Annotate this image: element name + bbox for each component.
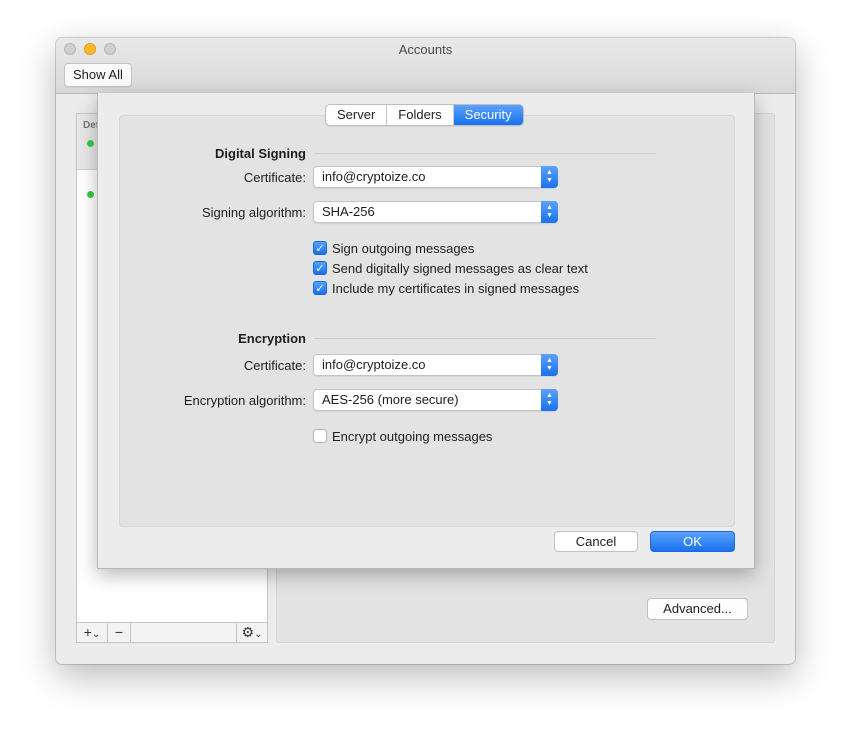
signing-certificate-select[interactable]: info@cryptoize.co ▲ ▼ bbox=[313, 166, 558, 188]
gear-icon: ⚙ bbox=[241, 624, 255, 640]
checkmark-icon: ✓ bbox=[313, 241, 327, 255]
encryption-algorithm-select[interactable]: AES-256 (more secure) ▲ ▼ bbox=[313, 389, 558, 411]
encryption-algorithm-label: Encryption algorithm: bbox=[183, 393, 306, 408]
security-sheet: Server Folders Security Digital Signing … bbox=[97, 93, 755, 569]
chevron-up-down-icon: ▲ ▼ bbox=[541, 166, 558, 188]
checkbox-empty-icon bbox=[313, 429, 327, 443]
plus-icon: + bbox=[83, 624, 92, 640]
checkbox-label: Send digitally signed messages as clear … bbox=[332, 260, 588, 276]
encryption-certificate-value: info@cryptoize.co bbox=[322, 357, 426, 372]
encryption-algorithm-value: AES-256 (more secure) bbox=[322, 392, 459, 407]
section-divider bbox=[314, 338, 656, 339]
chevron-up-down-icon: ▲ ▼ bbox=[541, 201, 558, 223]
encryption-certificate-select[interactable]: info@cryptoize.co ▲ ▼ bbox=[313, 354, 558, 376]
tab-server[interactable]: Server bbox=[326, 105, 388, 125]
tab-bar: Server Folders Security bbox=[325, 104, 524, 126]
window-title: Accounts bbox=[398, 42, 453, 57]
account-list-toolbar: +⌄ − ⚙⌄ bbox=[77, 622, 267, 642]
signing-algorithm-select[interactable]: SHA-256 ▲ ▼ bbox=[313, 201, 558, 223]
title-bar: Accounts Show All bbox=[56, 38, 795, 94]
encryption-certificate-label: Certificate: bbox=[243, 358, 306, 373]
ok-button[interactable]: OK bbox=[650, 531, 735, 552]
account-actions-button[interactable]: ⚙⌄ bbox=[236, 623, 267, 642]
send-clear-text-checkbox[interactable]: ✓ Send digitally signed messages as clea… bbox=[313, 260, 588, 276]
advanced-button[interactable]: Advanced... bbox=[647, 598, 748, 620]
checkbox-label: Sign outgoing messages bbox=[332, 240, 475, 256]
cancel-button[interactable]: Cancel bbox=[554, 531, 638, 552]
signing-algorithm-label: Signing algorithm: bbox=[201, 205, 306, 220]
tab-security[interactable]: Security bbox=[453, 105, 523, 125]
chevron-down-icon: ⌄ bbox=[91, 629, 101, 640]
signing-certificate-value: info@cryptoize.co bbox=[322, 169, 426, 184]
tab-folders[interactable]: Folders bbox=[387, 105, 454, 125]
remove-account-button[interactable]: − bbox=[108, 623, 131, 642]
chevron-up-down-icon: ▲ ▼ bbox=[541, 354, 558, 376]
signing-certificate-label: Certificate: bbox=[243, 170, 306, 185]
tab-content: Digital Signing Certificate: info@crypto… bbox=[119, 115, 735, 527]
signing-algorithm-value: SHA-256 bbox=[322, 204, 375, 219]
encryption-heading: Encryption bbox=[238, 331, 306, 346]
status-online-icon bbox=[87, 140, 94, 147]
chevron-down-icon: ⌄ bbox=[254, 629, 263, 640]
encrypt-outgoing-checkbox[interactable]: Encrypt outgoing messages bbox=[313, 428, 492, 444]
sign-outgoing-checkbox[interactable]: ✓ Sign outgoing messages bbox=[313, 240, 474, 256]
minus-icon: − bbox=[114, 624, 124, 640]
status-online-icon bbox=[87, 191, 94, 198]
checkbox-label: Encrypt outgoing messages bbox=[332, 428, 493, 444]
digital-signing-heading: Digital Signing bbox=[215, 146, 306, 161]
show-all-button[interactable]: Show All bbox=[64, 63, 132, 87]
checkmark-icon: ✓ bbox=[313, 261, 327, 275]
add-account-button[interactable]: +⌄ bbox=[77, 623, 108, 642]
include-certificates-checkbox[interactable]: ✓ Include my certificates in signed mess… bbox=[313, 280, 579, 296]
checkbox-label: Include my certificates in signed messag… bbox=[332, 280, 580, 296]
section-divider bbox=[314, 153, 656, 154]
checkmark-icon: ✓ bbox=[313, 281, 327, 295]
chevron-up-down-icon: ▲ ▼ bbox=[541, 389, 558, 411]
